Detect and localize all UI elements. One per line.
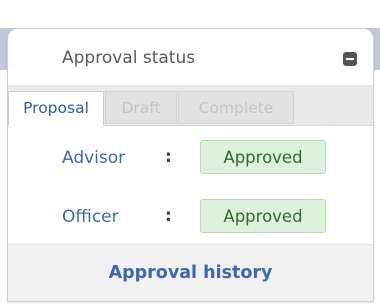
tab-draft[interactable]: Draft [105,91,177,124]
panel-header: Approval status [8,29,373,86]
panel-footer: Approval history [8,244,373,301]
separator: : [165,147,172,167]
tab-complete[interactable]: Complete [178,91,294,124]
approval-row-advisor: Advisor : Approved [8,138,373,178]
role-label: Officer [62,207,119,227]
collapse-button[interactable] [343,52,357,66]
tab-proposal[interactable]: Proposal [8,91,104,126]
panel-title: Approval status [62,48,196,68]
role-label: Advisor [62,148,126,168]
tab-strip: Proposal Draft Complete [8,86,373,126]
minus-icon [346,58,354,60]
approval-list: Advisor : Approved Officer : Approved [8,126,373,244]
status-badge: Approved [200,140,326,174]
approval-history-link[interactable]: Approval history [8,263,373,283]
approval-row-officer: Officer : Approved [8,197,373,237]
screen: Approval status Proposal Draft Complete … [0,0,380,307]
status-badge: Approved [200,199,326,233]
separator: : [165,206,172,226]
approval-status-panel: Approval status Proposal Draft Complete … [7,28,374,302]
